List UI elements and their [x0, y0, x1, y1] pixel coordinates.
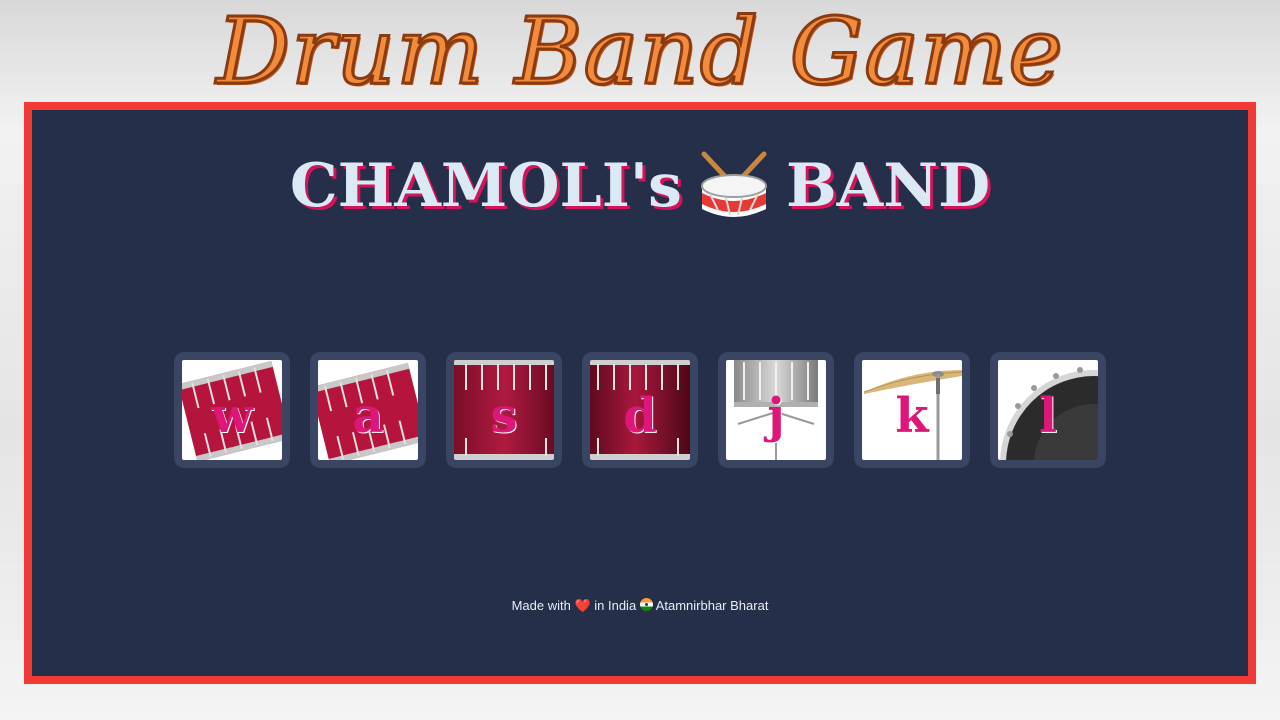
key-letter: w: [211, 388, 253, 444]
drum-pad-l[interactable]: l: [990, 352, 1106, 468]
footer-in-india: in India: [594, 598, 637, 613]
key-letter: a: [352, 388, 384, 444]
drum-pad-w[interactable]: w: [174, 352, 290, 468]
key-letter: d: [623, 388, 657, 444]
key-letter: k: [895, 388, 929, 444]
india-flag-icon: [639, 598, 653, 611]
footer-made-with: Made with: [511, 598, 571, 613]
drum-pad-d[interactable]: d: [582, 352, 698, 468]
band-title: CHAMOLI's BAND: [32, 148, 1248, 224]
drum-pad-row: w a s d j k l: [32, 352, 1248, 468]
drum-pad-s[interactable]: s: [446, 352, 562, 468]
band-title-right: BAND: [785, 151, 991, 221]
drum-pad-k[interactable]: k: [854, 352, 970, 468]
band-title-left: CHAMOLI's: [289, 151, 682, 221]
game-panel: CHAMOLI's BAND w a s d j k l Made with ❤…: [24, 102, 1256, 684]
game-banner-title: Drum Band Game: [215, 0, 1064, 107]
heart-icon: ❤️: [574, 598, 591, 613]
footer: Made with ❤️ in India Atamnirbhar Bharat: [32, 598, 1248, 614]
drum-pad-j[interactable]: j: [718, 352, 834, 468]
drum-icon: [700, 151, 767, 217]
key-letter: l: [1038, 388, 1058, 444]
key-letter: s: [490, 388, 518, 444]
key-letter: j: [767, 388, 785, 444]
footer-tagline: Atamnirbhar Bharat: [655, 598, 769, 613]
drum-pad-a[interactable]: a: [310, 352, 426, 468]
